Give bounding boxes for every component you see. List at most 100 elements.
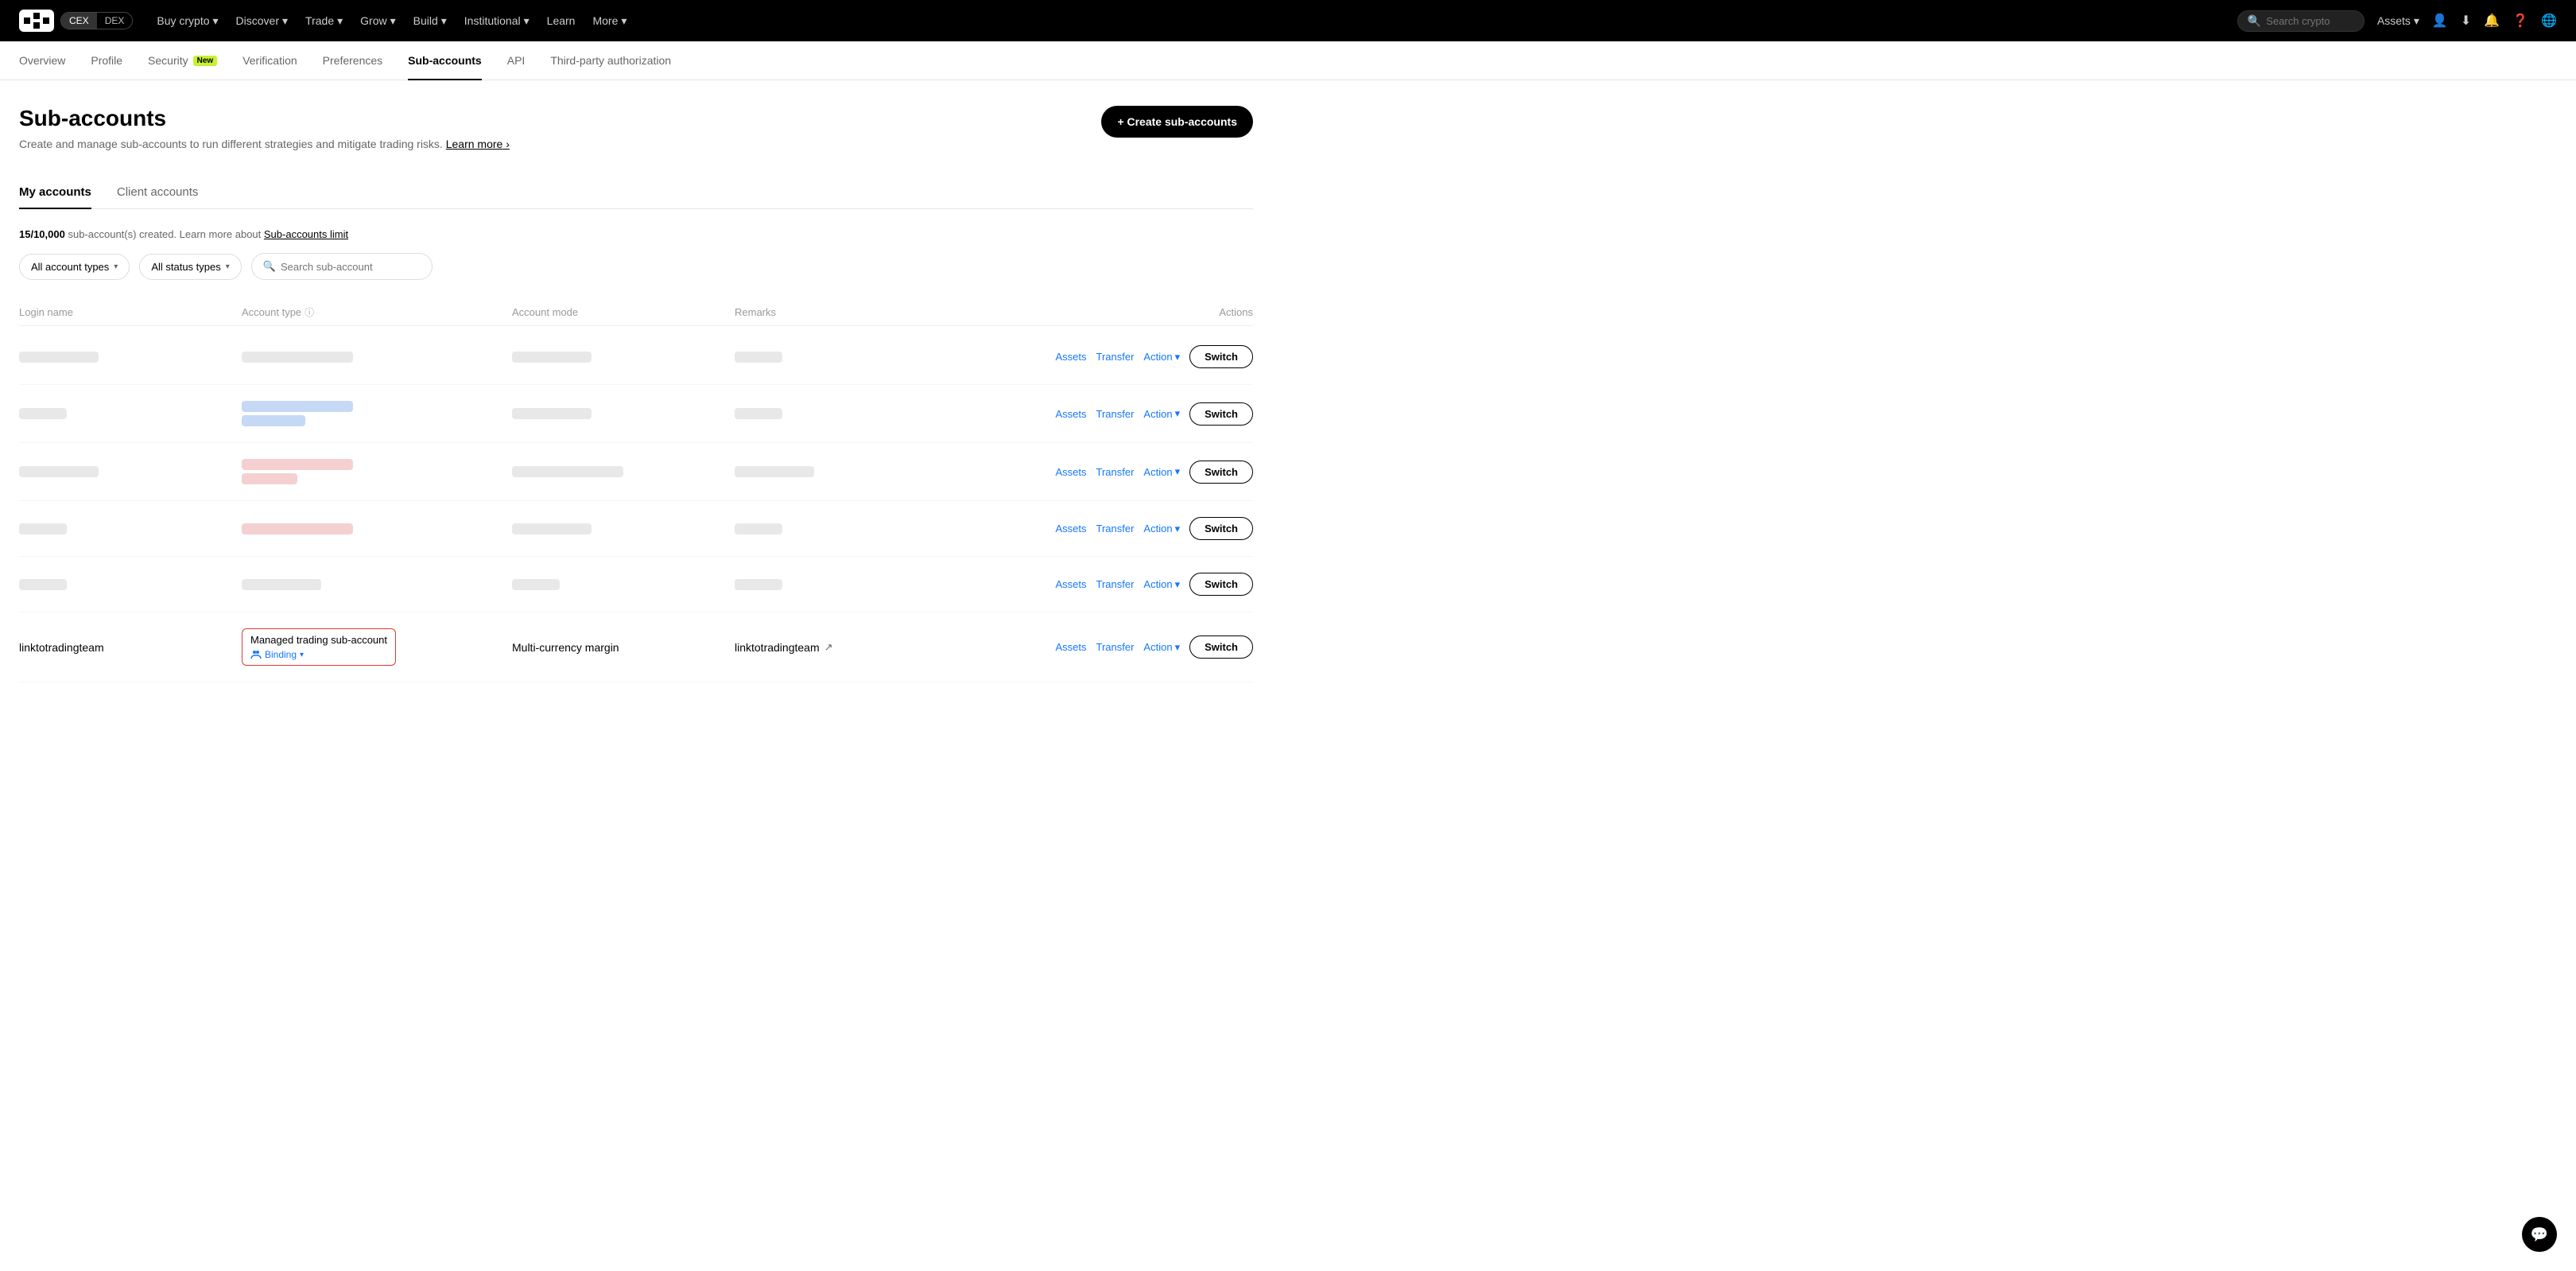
skeleton-block bbox=[19, 408, 67, 419]
subnav-verification[interactable]: Verification bbox=[242, 41, 297, 80]
chevron-down-icon: ▾ bbox=[390, 14, 396, 28]
nav-grow[interactable]: Grow ▾ bbox=[352, 11, 403, 31]
switch-button[interactable]: Switch bbox=[1189, 345, 1253, 368]
cell-account-type bbox=[242, 459, 512, 484]
chevron-down-icon: ▾ bbox=[1175, 578, 1181, 591]
info-icon[interactable]: ⓘ bbox=[305, 305, 314, 319]
subnav-preferences[interactable]: Preferences bbox=[323, 41, 382, 80]
skeleton-block bbox=[242, 523, 353, 534]
external-link-icon[interactable]: ↗ bbox=[824, 641, 833, 654]
cell-actions: Assets Transfer Action ▾ Switch bbox=[1030, 636, 1253, 659]
action-dropdown[interactable]: Action ▾ bbox=[1143, 641, 1180, 654]
tab-client-accounts[interactable]: Client accounts bbox=[117, 176, 199, 208]
subnav-third-party[interactable]: Third-party authorization bbox=[550, 41, 671, 80]
assets-link[interactable]: Assets bbox=[1055, 408, 1086, 420]
tab-my-accounts[interactable]: My accounts bbox=[19, 176, 91, 208]
transfer-link[interactable]: Transfer bbox=[1096, 523, 1135, 534]
learn-more-link[interactable]: Learn more › bbox=[446, 138, 510, 150]
language-icon[interactable]: 🌐 bbox=[2541, 13, 2557, 29]
subnav-sub-accounts[interactable]: Sub-accounts bbox=[408, 41, 482, 80]
table-row: Assets Transfer Action ▾ Switch bbox=[19, 329, 1253, 385]
transfer-link[interactable]: Transfer bbox=[1096, 466, 1135, 478]
switch-button[interactable]: Switch bbox=[1189, 517, 1253, 540]
chevron-down-icon: ▾ bbox=[621, 14, 627, 28]
cell-account-mode: Multi-currency margin bbox=[512, 641, 735, 654]
sub-accounts-limit-link[interactable]: Sub-accounts limit bbox=[264, 228, 348, 240]
search-input[interactable] bbox=[2266, 15, 2354, 27]
assets-link[interactable]: Assets bbox=[1055, 466, 1086, 478]
action-dropdown[interactable]: Action ▾ bbox=[1143, 465, 1180, 478]
transfer-link[interactable]: Transfer bbox=[1096, 641, 1135, 653]
cell-actions: Assets Transfer Action ▾ Switch bbox=[1030, 345, 1253, 368]
subnav-overview[interactable]: Overview bbox=[19, 41, 65, 80]
chevron-down-icon: ▾ bbox=[226, 262, 230, 271]
dex-button[interactable]: DEX bbox=[97, 13, 133, 29]
nav-buy-crypto[interactable]: Buy crypto ▾ bbox=[149, 11, 226, 31]
subnav-security[interactable]: Security New bbox=[148, 41, 217, 80]
cell-account-type bbox=[242, 523, 512, 534]
cex-button[interactable]: CEX bbox=[61, 13, 97, 29]
chevron-down-icon: ▾ bbox=[1175, 407, 1181, 420]
assets-button[interactable]: Assets ▾ bbox=[2377, 14, 2419, 28]
skeleton-block bbox=[512, 523, 592, 534]
nav-more[interactable]: More ▾ bbox=[584, 11, 634, 31]
account-type-filter[interactable]: All account types ▾ bbox=[19, 254, 130, 280]
skeleton-block bbox=[242, 415, 305, 426]
okx-logo[interactable] bbox=[19, 10, 54, 32]
nav-institutional[interactable]: Institutional ▾ bbox=[456, 11, 537, 31]
switch-button[interactable]: Switch bbox=[1189, 461, 1253, 484]
subnav-api[interactable]: API bbox=[507, 41, 526, 80]
account-tabs: My accounts Client accounts bbox=[19, 176, 1253, 209]
action-dropdown[interactable]: Action ▾ bbox=[1143, 578, 1180, 591]
action-dropdown[interactable]: Action ▾ bbox=[1143, 407, 1180, 420]
chevron-down-icon: ▾ bbox=[1175, 465, 1181, 478]
nav-trade[interactable]: Trade ▾ bbox=[297, 11, 351, 31]
cell-actions: Assets Transfer Action ▾ Switch bbox=[1030, 461, 1253, 484]
skeleton-block bbox=[512, 408, 592, 419]
action-dropdown[interactable]: Action ▾ bbox=[1143, 351, 1180, 363]
managed-type-highlight: Managed trading sub-account Binding ▾ bbox=[242, 628, 396, 666]
col-remarks: Remarks bbox=[735, 305, 1030, 319]
cell-remarks bbox=[735, 408, 1030, 419]
status-type-filter[interactable]: All status types ▾ bbox=[139, 254, 241, 280]
nav-build[interactable]: Build ▾ bbox=[405, 11, 455, 31]
assets-link[interactable]: Assets bbox=[1055, 523, 1086, 534]
skeleton-block bbox=[242, 579, 321, 590]
sub-account-search[interactable]: 🔍 bbox=[251, 253, 433, 280]
assets-link[interactable]: Assets bbox=[1055, 641, 1086, 653]
chevron-down-icon: ▾ bbox=[1175, 351, 1181, 363]
cex-dex-toggle[interactable]: CEX DEX bbox=[60, 12, 133, 29]
chat-icon: 💬 bbox=[2531, 1226, 2548, 1243]
search-input[interactable] bbox=[281, 261, 421, 273]
create-sub-accounts-button[interactable]: + Create sub-accounts bbox=[1101, 106, 1253, 138]
nav-discover[interactable]: Discover ▾ bbox=[228, 11, 297, 31]
subnav-profile[interactable]: Profile bbox=[91, 41, 122, 80]
transfer-link[interactable]: Transfer bbox=[1096, 408, 1135, 420]
action-dropdown[interactable]: Action ▾ bbox=[1143, 523, 1180, 535]
cell-account-mode bbox=[512, 466, 735, 477]
binding-badge[interactable]: Binding ▾ bbox=[250, 649, 387, 660]
switch-button[interactable]: Switch bbox=[1189, 573, 1253, 596]
nav-learn[interactable]: Learn bbox=[539, 11, 584, 30]
chevron-down-icon: ▾ bbox=[1175, 641, 1181, 654]
skeleton-block bbox=[735, 523, 782, 534]
cell-actions: Assets Transfer Action ▾ Switch bbox=[1030, 402, 1253, 426]
chevron-down-icon: ▾ bbox=[1175, 523, 1181, 535]
chat-bubble[interactable]: 💬 bbox=[2522, 1217, 2557, 1252]
cell-account-mode bbox=[512, 352, 735, 363]
download-icon[interactable]: ⬇ bbox=[2461, 13, 2471, 29]
switch-button[interactable]: Switch bbox=[1189, 402, 1253, 426]
switch-button[interactable]: Switch bbox=[1189, 636, 1253, 659]
notification-icon[interactable]: 🔔 bbox=[2484, 13, 2500, 29]
help-icon[interactable]: ❓ bbox=[2512, 13, 2528, 29]
assets-link[interactable]: Assets bbox=[1055, 351, 1086, 363]
transfer-link[interactable]: Transfer bbox=[1096, 578, 1135, 590]
sub-nav: Overview Profile Security New Verificati… bbox=[0, 41, 2576, 80]
crypto-search-box[interactable]: 🔍 bbox=[2237, 10, 2365, 32]
cell-account-type bbox=[242, 579, 512, 590]
transfer-link[interactable]: Transfer bbox=[1096, 351, 1135, 363]
assets-link[interactable]: Assets bbox=[1055, 578, 1086, 590]
cell-remarks bbox=[735, 352, 1030, 363]
sub-account-count: 15/10,000 sub-account(s) created. Learn … bbox=[19, 228, 1253, 240]
profile-icon[interactable]: 👤 bbox=[2432, 13, 2448, 29]
